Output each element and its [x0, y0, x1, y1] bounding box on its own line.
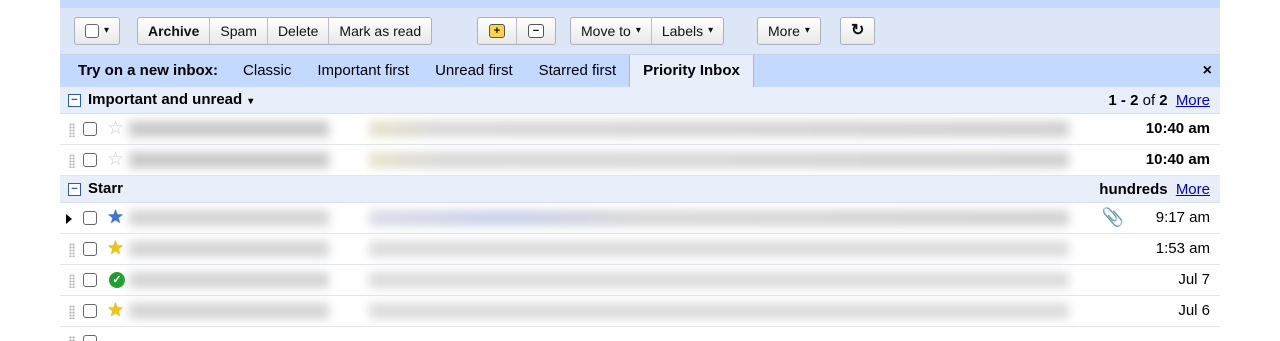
refresh-icon: ↻	[851, 22, 865, 39]
refresh-button[interactable]: ↻	[841, 18, 874, 44]
action-group: Archive Spam Delete Mark as read	[137, 17, 433, 45]
row-checkbox[interactable]	[83, 153, 97, 167]
email-row[interactable]: ☆ 10:40 am	[60, 114, 1220, 145]
drag-handle-icon[interactable]	[69, 123, 75, 137]
redacted-content	[129, 117, 1087, 142]
labels-button[interactable]: Labels ▾	[652, 18, 723, 44]
row-checkbox[interactable]	[83, 335, 97, 341]
email-date: Jul 6	[1178, 302, 1210, 319]
chevron-down-icon: ▾	[804, 25, 810, 36]
row-checkbox[interactable]	[83, 242, 97, 256]
mark-important-button[interactable]: +	[478, 18, 517, 44]
mark-as-read-button[interactable]: Mark as read	[329, 18, 431, 44]
redacted-content	[129, 206, 1087, 231]
inbox-option-unread-first[interactable]: Unread first	[422, 55, 526, 87]
row-checkbox[interactable]	[83, 211, 97, 225]
chevron-down-icon: ▾	[708, 25, 714, 36]
email-date: Jul 7	[1178, 271, 1210, 288]
green-check-icon[interactable]: ✓	[109, 272, 125, 288]
email-row[interactable]	[60, 327, 1220, 341]
email-row[interactable]: ★ Jul 6	[60, 296, 1220, 327]
collapse-section-icon[interactable]: −	[68, 94, 81, 107]
chevron-down-icon: ▾	[104, 25, 110, 36]
archive-button[interactable]: Archive	[138, 18, 211, 44]
mark-important-icon: +	[489, 24, 505, 38]
more-link[interactable]: More	[1176, 92, 1210, 109]
drag-handle-icon[interactable]	[69, 154, 75, 168]
section-count: 1 - 2 of 2 More	[1108, 92, 1210, 109]
chevron-down-icon: ▾	[248, 96, 254, 107]
redacted-content	[129, 148, 1087, 173]
email-date: 1:53 am	[1155, 240, 1210, 257]
select-group: ▾	[74, 17, 121, 45]
count-text: hundreds	[1099, 181, 1168, 198]
select-all-checkbox[interactable]	[85, 24, 99, 38]
chevron-down-icon: ▾	[635, 25, 641, 36]
section-title-text: Important and unread	[88, 91, 243, 108]
redacted-content	[129, 237, 1087, 262]
email-row[interactable]: ★ 📎 9:17 am	[60, 203, 1220, 234]
mail-frame: ▾ Archive Spam Delete Mark as read + − M…	[60, 0, 1220, 341]
star-icon[interactable]: ★	[107, 299, 124, 323]
drag-handle-icon[interactable]	[69, 305, 75, 319]
inbox-option-classic[interactable]: Classic	[230, 55, 304, 87]
select-menu-button[interactable]: ▾	[75, 18, 119, 44]
more-label: More	[768, 23, 800, 39]
section-title-text[interactable]: Starr	[88, 180, 123, 197]
toolbar: ▾ Archive Spam Delete Mark as read + − M…	[60, 8, 1220, 55]
try-inbox-title: Try on a new inbox:	[78, 62, 219, 79]
refresh-group: ↻	[840, 17, 876, 45]
inbox-option-priority-inbox[interactable]: Priority Inbox	[629, 55, 754, 87]
drag-handle-icon[interactable]	[69, 336, 75, 341]
mark-not-important-button[interactable]: −	[517, 18, 555, 44]
current-row-pointer-icon	[66, 214, 72, 224]
email-date: 9:17 am	[1155, 209, 1210, 226]
star-icon[interactable]: ★	[107, 237, 124, 261]
try-inbox-bar: Try on a new inbox: Classic Important fi…	[60, 55, 1220, 87]
inbox-option-important-first[interactable]: Important first	[304, 55, 422, 87]
spam-button[interactable]: Spam	[210, 18, 268, 44]
row-checkbox[interactable]	[83, 122, 97, 136]
row-checkbox[interactable]	[83, 304, 97, 318]
count-range: 1 - 2	[1108, 92, 1139, 109]
drag-handle-icon[interactable]	[69, 274, 75, 288]
importance-group: + −	[477, 17, 556, 45]
drag-handle-icon[interactable]	[69, 243, 75, 257]
email-date: 10:40 am	[1145, 120, 1210, 137]
labels-label: Labels	[661, 23, 704, 39]
email-row[interactable]: ★ 1:53 am	[60, 234, 1220, 265]
move-to-button[interactable]: Move to ▾	[571, 18, 652, 44]
move-to-label: Move to	[581, 23, 631, 39]
email-row[interactable]: ☆ 10:40 am	[60, 145, 1220, 176]
attachment-icon: 📎	[1101, 207, 1124, 227]
count-of: of	[1142, 92, 1156, 109]
email-row[interactable]: ✓ Jul 7	[60, 265, 1220, 296]
mark-not-important-icon: −	[528, 24, 544, 38]
more-link[interactable]: More	[1176, 181, 1210, 198]
count-total: 2	[1159, 92, 1168, 109]
section-title[interactable]: Important and unread ▾	[88, 91, 253, 108]
collapse-section-icon[interactable]: −	[68, 183, 81, 196]
section-important-unread: − Important and unread ▾ 1 - 2 of 2 More	[60, 87, 1220, 114]
redacted-content	[129, 299, 1087, 324]
star-icon[interactable]: ☆	[107, 148, 124, 172]
more-group: More ▾	[757, 17, 821, 45]
redacted-content	[129, 268, 1087, 293]
close-icon[interactable]: ×	[1203, 55, 1212, 87]
row-checkbox[interactable]	[83, 273, 97, 287]
section-count: hundreds More	[1099, 181, 1210, 198]
star-icon[interactable]: ☆	[107, 117, 124, 141]
email-date: 10:40 am	[1145, 151, 1210, 168]
section-starred: − Starr hundreds More	[60, 176, 1220, 203]
move-label-group: Move to ▾ Labels ▾	[570, 17, 725, 45]
star-icon[interactable]: ★	[107, 206, 124, 230]
more-button[interactable]: More ▾	[758, 18, 820, 44]
delete-button[interactable]: Delete	[268, 18, 330, 44]
inbox-option-starred-first[interactable]: Starred first	[526, 55, 630, 87]
